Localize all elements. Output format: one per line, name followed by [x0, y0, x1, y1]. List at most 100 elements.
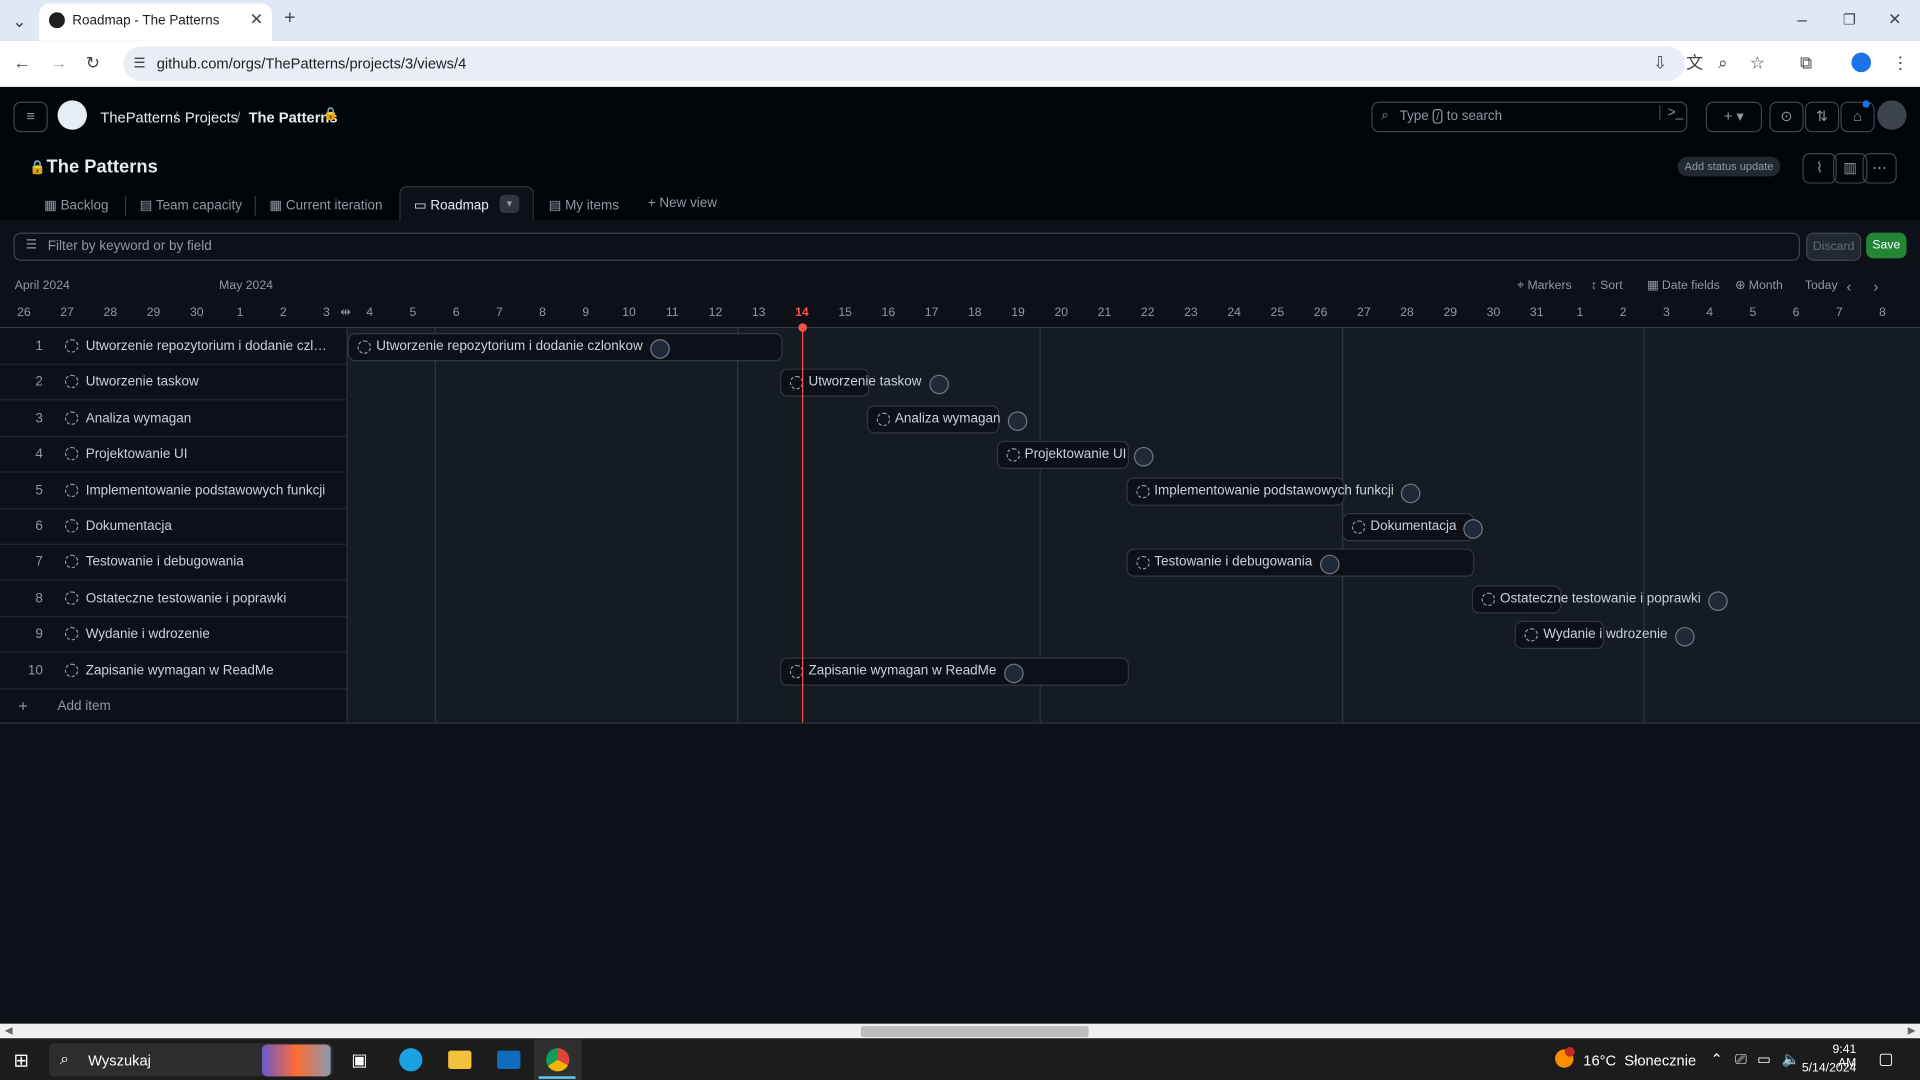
assignee-avatar[interactable] — [928, 375, 949, 395]
filter-input[interactable] — [13, 232, 1801, 261]
network-icon[interactable]: ▭ — [1757, 1051, 1771, 1068]
mail-icon[interactable] — [497, 1050, 521, 1069]
taskbar-search-text[interactable]: Wyszukaj — [88, 1052, 151, 1069]
item-title[interactable]: Utworzenie taskow — [86, 375, 333, 390]
show-hidden-icons-chevron-icon[interactable]: ⌃ — [1711, 1051, 1723, 1068]
discard-button[interactable]: Discard — [1806, 232, 1862, 261]
markers-button[interactable]: ⌖ Markers — [1517, 279, 1572, 292]
translate-icon[interactable]: 文 — [1686, 54, 1703, 71]
insights-icon[interactable]: ⌇ — [1802, 153, 1837, 184]
timeline-bar-title[interactable]: Zapisanie wymagan w ReadMe — [808, 663, 996, 678]
add-item-button[interactable]: Add item — [58, 699, 111, 714]
search-highlight-image[interactable] — [262, 1044, 331, 1077]
assignee-avatar[interactable] — [1319, 555, 1340, 575]
day-label: 28 — [1400, 306, 1414, 320]
timeline-bar-title[interactable]: Utworzenie taskow — [808, 375, 921, 390]
previous-chevron-icon[interactable]: ‹ — [1847, 278, 1852, 295]
date-fields-button[interactable]: ▦ Date fields — [1647, 279, 1720, 292]
back-icon[interactable]: ← — [13, 54, 30, 71]
user-avatar[interactable] — [1877, 100, 1907, 130]
plus-icon[interactable]: + — [18, 697, 27, 715]
bookmark-star-icon[interactable]: ☆ — [1750, 54, 1765, 71]
breadcrumb-org[interactable]: ThePatterns — [100, 109, 180, 126]
minimize-icon[interactable]: – — [1798, 11, 1808, 28]
hamburger-menu-icon[interactable]: ≡ — [13, 101, 48, 133]
tab-current-iteration[interactable]: ▦ Current iteration — [269, 197, 382, 213]
site-info-icon[interactable]: ☰ — [133, 55, 145, 72]
new-tab-icon[interactable]: + — [284, 8, 295, 28]
sort-button[interactable]: ↕ Sort — [1591, 279, 1623, 292]
weather-text[interactable]: 16°C Słonecznie — [1583, 1052, 1696, 1069]
item-title[interactable]: Ostateczne testowanie i poprawki — [86, 591, 333, 606]
inbox-icon[interactable]: ⌂ — [1840, 101, 1875, 133]
issues-icon[interactable]: ⊙ — [1769, 101, 1804, 133]
assignee-avatar[interactable] — [1708, 591, 1728, 611]
timeline-bar-title[interactable]: Wydanie i wdrozenie — [1543, 627, 1667, 642]
clock-date[interactable]: 5/14/2024 — [1799, 1062, 1856, 1075]
new-view-button[interactable]: + New view — [648, 196, 717, 211]
breadcrumb-projects[interactable]: Projects — [185, 109, 238, 126]
item-title[interactable]: Projektowanie UI — [86, 447, 333, 462]
more-options-icon[interactable]: ⋯ — [1862, 153, 1897, 184]
item-title[interactable]: Analiza wymagan — [86, 411, 333, 426]
tab-close-icon[interactable]: ✕ — [250, 10, 263, 28]
install-app-icon[interactable]: ⇩ — [1653, 54, 1667, 71]
assignee-avatar[interactable] — [1401, 483, 1421, 503]
windows-start-icon[interactable]: ⊞ — [13, 1049, 28, 1072]
window-close-icon[interactable]: ✕ — [1888, 10, 1901, 28]
forward-icon[interactable]: → — [50, 54, 67, 71]
assignee-avatar[interactable] — [1007, 411, 1028, 431]
assignee-avatar[interactable] — [1674, 627, 1695, 647]
next-chevron-icon[interactable]: › — [1873, 278, 1878, 295]
create-new-button[interactable]: + ▾ — [1705, 101, 1763, 133]
extensions-icon[interactable]: ⧉ — [1800, 54, 1812, 71]
tab-search-icon[interactable]: ⌄ — [12, 12, 26, 29]
volume-icon[interactable]: 🔈 — [1782, 1051, 1800, 1068]
notification-center-icon[interactable]: ▢ — [1878, 1049, 1893, 1069]
item-title[interactable]: Testowanie i debugowania — [86, 555, 333, 570]
timeline-bar-title[interactable]: Implementowanie podstawowych funkcji — [1154, 483, 1394, 498]
add-item-row[interactable] — [0, 688, 347, 722]
item-title[interactable]: Zapisanie wymagan w ReadMe — [86, 663, 333, 678]
item-title[interactable]: Implementowanie podstawowych funkcji — [86, 483, 333, 498]
timeline-bar-title[interactable]: Utworzenie repozytorium i dodanie czlonk… — [376, 339, 643, 354]
timeline-bar-title[interactable]: Dokumentacja — [1370, 519, 1456, 534]
view-options-chevron-icon[interactable]: ▾ — [499, 194, 520, 214]
timeline-bar-title[interactable]: Projektowanie UI — [1025, 447, 1127, 462]
save-button[interactable]: Save — [1866, 232, 1907, 259]
timeline-bar-title[interactable]: Analiza wymagan — [895, 411, 1001, 426]
tab-roadmap-label[interactable]: ▭ Roadmap — [414, 197, 489, 213]
profile-avatar[interactable] — [1851, 52, 1872, 73]
file-explorer-icon[interactable] — [448, 1050, 472, 1069]
url-text[interactable]: github.com/orgs/ThePatterns/projects/3/v… — [157, 55, 467, 72]
tab-team-capacity[interactable]: ▤ Team capacity — [140, 197, 242, 213]
tab-backlog[interactable]: ▦ Backlog — [44, 197, 108, 213]
edge-icon[interactable] — [399, 1048, 423, 1072]
pull-requests-icon[interactable]: ⇅ — [1804, 101, 1840, 133]
item-title[interactable]: Wydanie i wdrozenie — [86, 627, 333, 642]
timeline-bar-title[interactable]: Ostateczne testowanie i poprawki — [1500, 591, 1701, 606]
tab-my-items[interactable]: ▤ My items — [549, 197, 619, 213]
assignee-avatar[interactable] — [1133, 447, 1154, 467]
scroll-left-icon[interactable]: ◀ — [5, 1025, 13, 1036]
day-label: 29 — [1443, 306, 1458, 320]
restore-icon[interactable]: ❐ — [1843, 11, 1856, 28]
today-button[interactable]: Today — [1805, 279, 1838, 292]
task-view-icon[interactable]: ▣ — [351, 1049, 367, 1070]
browser-menu-icon[interactable]: ⋮ — [1892, 54, 1909, 71]
zoom-level-button[interactable]: ⊕ Month — [1735, 279, 1783, 292]
chrome-icon[interactable] — [546, 1048, 570, 1072]
scrollbar-thumb[interactable] — [860, 1026, 1089, 1038]
command-palette-icon[interactable]: >_ — [1659, 105, 1683, 121]
add-status-update-button[interactable]: Add status update — [1677, 156, 1781, 177]
assignee-avatar[interactable] — [650, 339, 670, 359]
github-logo-icon[interactable] — [57, 100, 87, 130]
item-title[interactable]: Utworzenie repozytorium i dodanie czlonk… — [86, 339, 333, 354]
meet-icon[interactable]: ⎚ — [1735, 1051, 1747, 1069]
scroll-right-icon[interactable]: ▶ — [1908, 1025, 1916, 1036]
timeline-bar-title[interactable]: Testowanie i debugowania — [1154, 555, 1312, 570]
reload-icon[interactable]: ↻ — [86, 54, 100, 71]
item-title[interactable]: Dokumentacja — [86, 519, 333, 534]
assignee-avatar[interactable] — [1003, 663, 1024, 683]
zoom-icon[interactable]: ⌕ — [1718, 54, 1728, 71]
